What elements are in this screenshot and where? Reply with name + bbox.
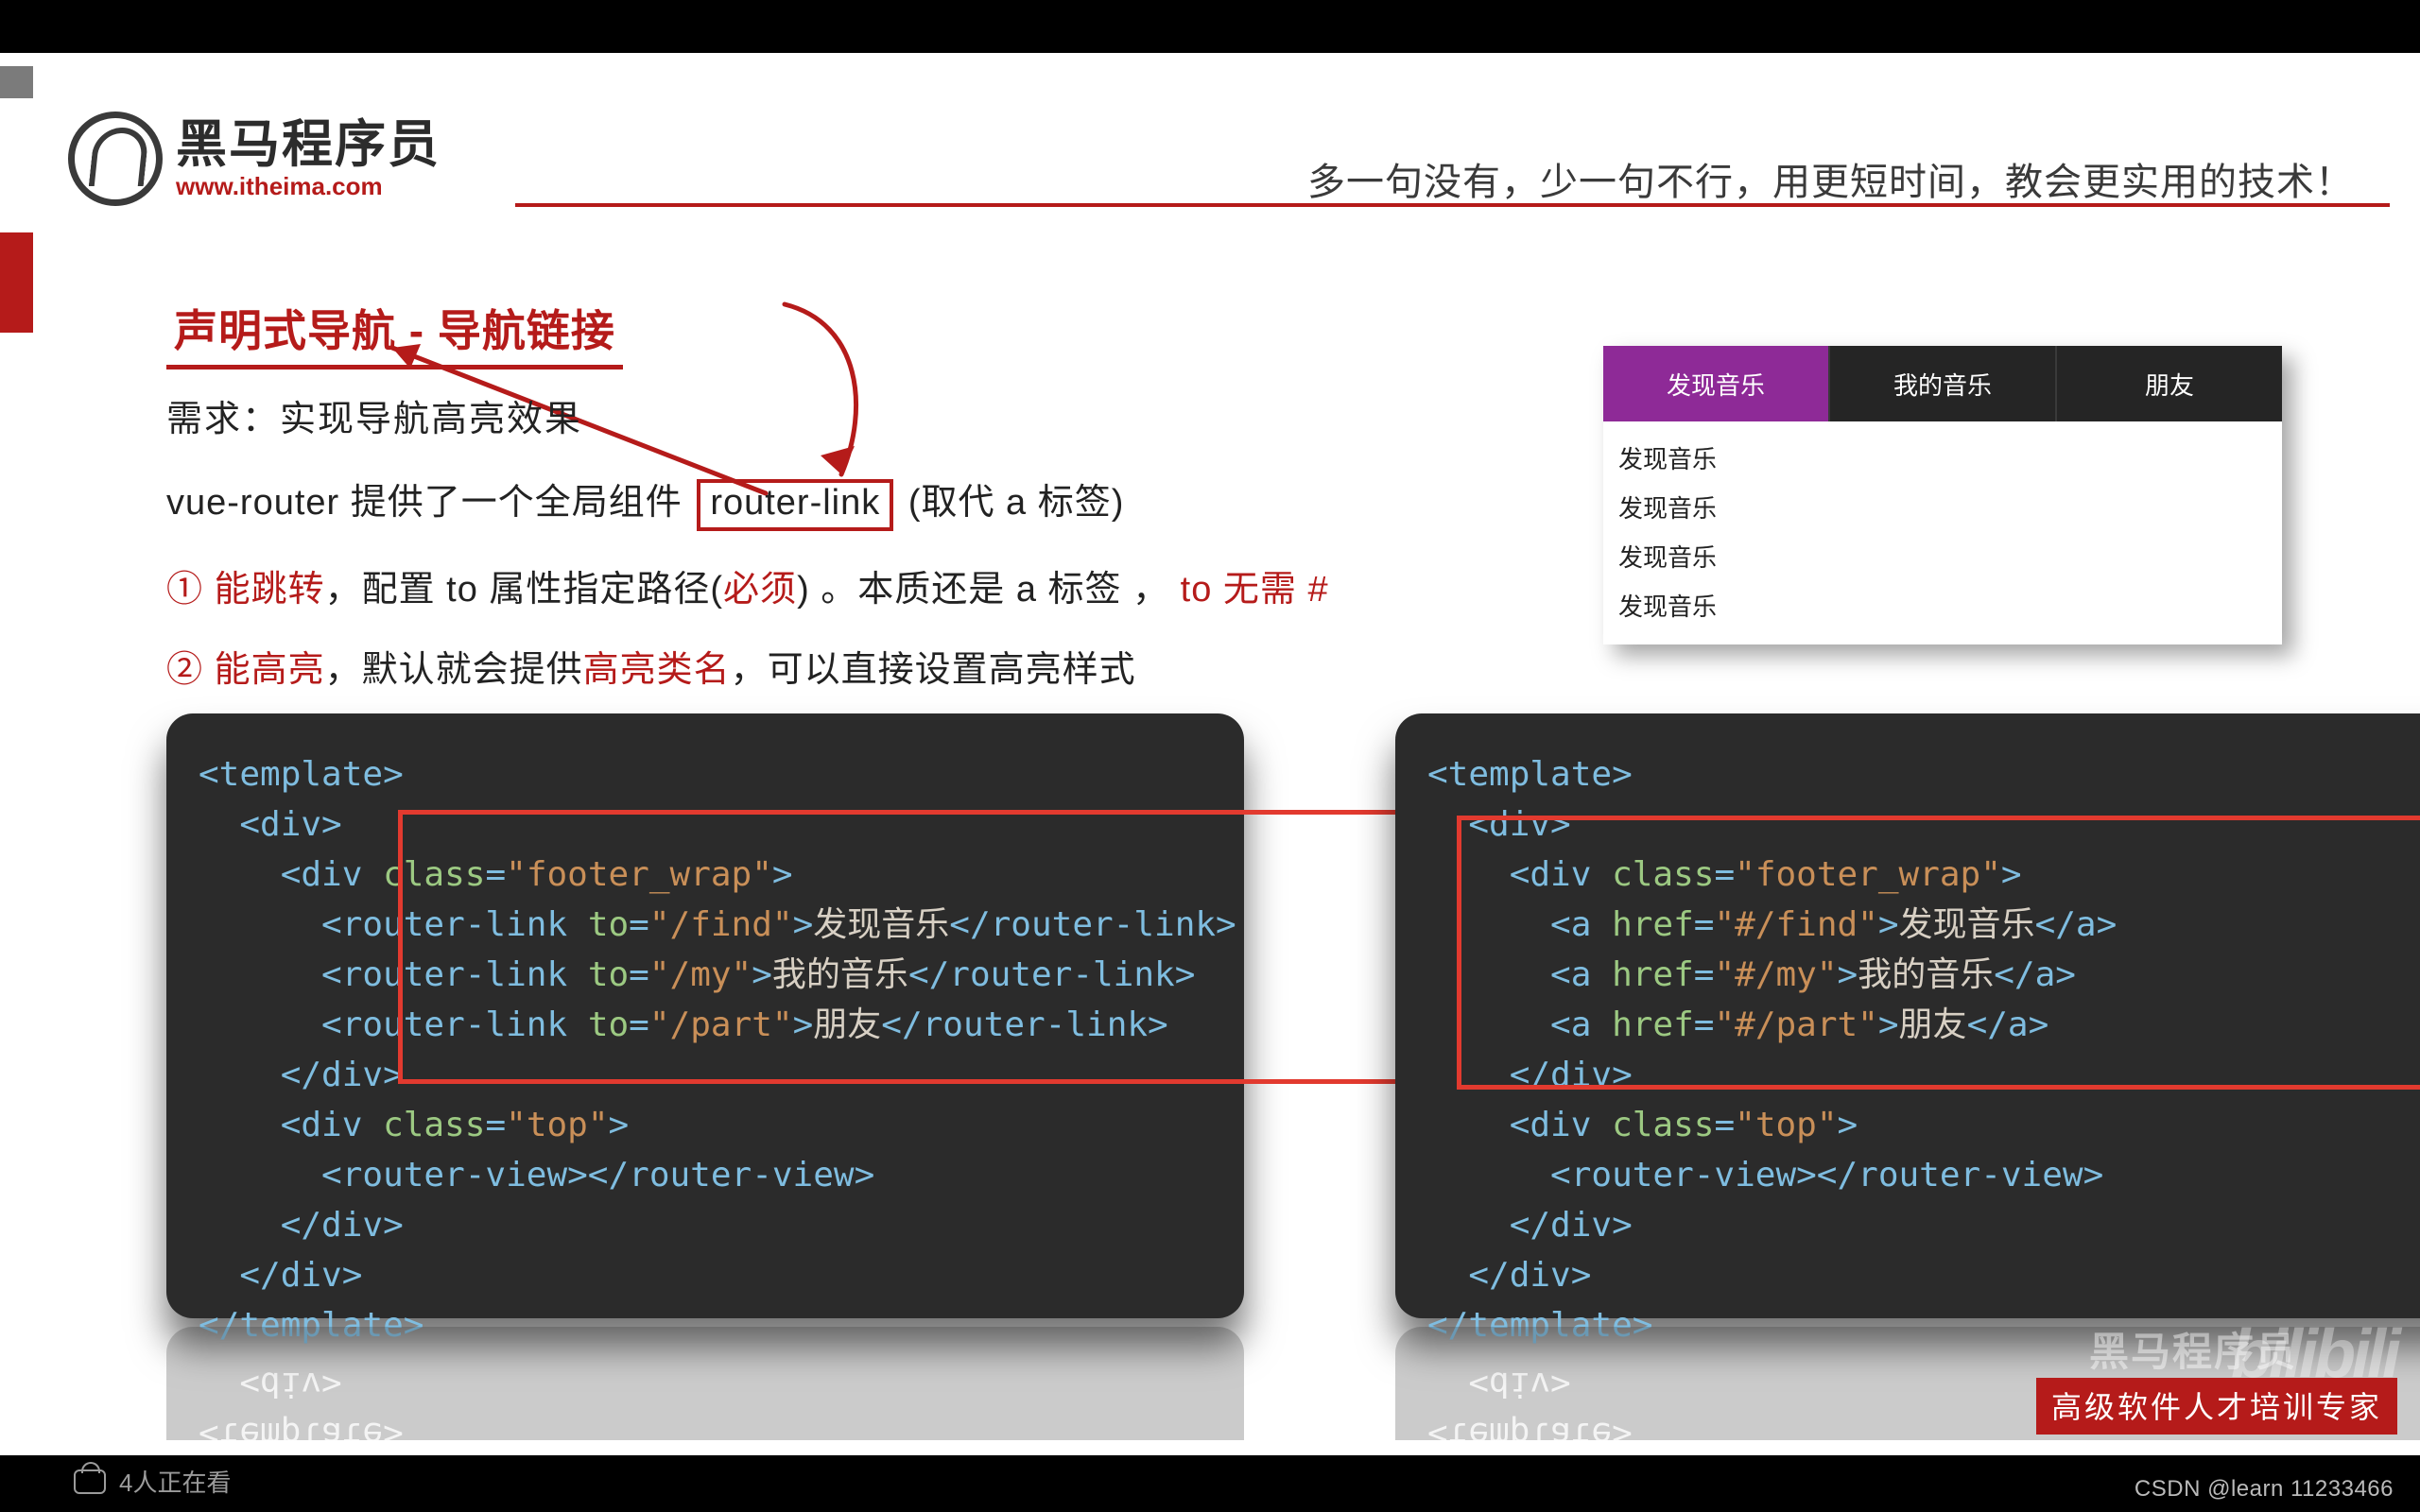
bullet-2: ② 能高亮，默认就会提供高亮类名，可以直接设置高亮样式	[166, 640, 1136, 692]
tab-discover[interactable]: 发现音乐	[1603, 346, 1830, 421]
tab-friends[interactable]: 朋友	[2057, 346, 2282, 421]
text: ，可以直接设置高亮样式	[731, 650, 1136, 690]
em: 高亮类名	[583, 650, 731, 690]
router-link-box: router-link	[697, 479, 893, 531]
brand-name: 黑马程序员	[176, 119, 441, 170]
csdn-watermark: CSDN @learn 11233466	[2135, 1476, 2394, 1503]
text: ，配置 to 属性指定路径(	[325, 570, 723, 610]
live-viewer-count: 4人正在看	[74, 1464, 231, 1499]
requirement-line: 需求：实现导航高亮效果	[166, 389, 582, 441]
label: 需求：	[166, 400, 280, 439]
video-letterbox-top	[0, 0, 2420, 53]
text: ，默认就会提供	[325, 650, 583, 690]
code-block-anchor: <template> <div> <div class="footer_wrap…	[1395, 713, 2420, 1318]
horse-icon	[68, 112, 163, 206]
em: to 无需 #	[1181, 570, 1329, 610]
people-icon	[74, 1469, 106, 1494]
em: 能跳转	[215, 570, 325, 610]
list-item: 发现音乐	[1618, 482, 2267, 531]
list-item: 发现音乐	[1618, 433, 2267, 482]
list-item: 发现音乐	[1618, 580, 2267, 629]
slogan-text: 多一句没有，少一句不行，用更短时间，教会更实用的技术！	[1307, 151, 2354, 206]
brand-logo: 黑马程序员 www.itheima.com	[68, 112, 441, 206]
num: ②	[166, 650, 215, 690]
watermark-tagline: 高级软件人才培训专家	[2036, 1378, 2397, 1435]
text: 实现导航高亮效果	[280, 400, 582, 439]
tab-bar: 发现音乐 我的音乐 朋友	[1603, 346, 2282, 421]
code-reflection: <template> <div>	[166, 1327, 1244, 1440]
text: (取代 a 标签)	[897, 483, 1124, 523]
explain-line: vue-router 提供了一个全局组件 router-link (取代 a 标…	[166, 472, 1124, 531]
text: ) 。本质还是 a 标签 ，	[797, 570, 1181, 610]
bullet-1: ① 能跳转，配置 to 属性指定路径(必须) 。本质还是 a 标签 ， to 无…	[166, 559, 1329, 611]
em: 必须	[723, 570, 797, 610]
video-letterbox-bottom: 4人正在看 CSDN @learn 11233466	[0, 1455, 2420, 1512]
ui-preview: 发现音乐 我的音乐 朋友 发现音乐 发现音乐 发现音乐 发现音乐	[1603, 346, 2282, 644]
slide-content: 黑马程序员 www.itheima.com 多一句没有，少一句不行，用更短时间，…	[0, 53, 2420, 1459]
slide-title: 声明式导航 - 导航链接	[166, 297, 623, 369]
code-block-router-link: <template> <div> <div class="footer_wrap…	[166, 713, 1244, 1318]
deco-gray-block	[0, 66, 33, 98]
text: vue-router 提供了一个全局组件	[166, 483, 693, 523]
list-item: 发现音乐	[1618, 531, 2267, 580]
deco-red-block	[0, 232, 33, 333]
brand-url: www.itheima.com	[176, 174, 441, 198]
em: 能高亮	[215, 650, 325, 690]
tab-my[interactable]: 我的音乐	[1830, 346, 2057, 421]
preview-list: 发现音乐 发现音乐 发现音乐 发现音乐	[1603, 421, 2282, 629]
num: ①	[166, 570, 215, 610]
viewer-text: 4人正在看	[119, 1464, 231, 1499]
